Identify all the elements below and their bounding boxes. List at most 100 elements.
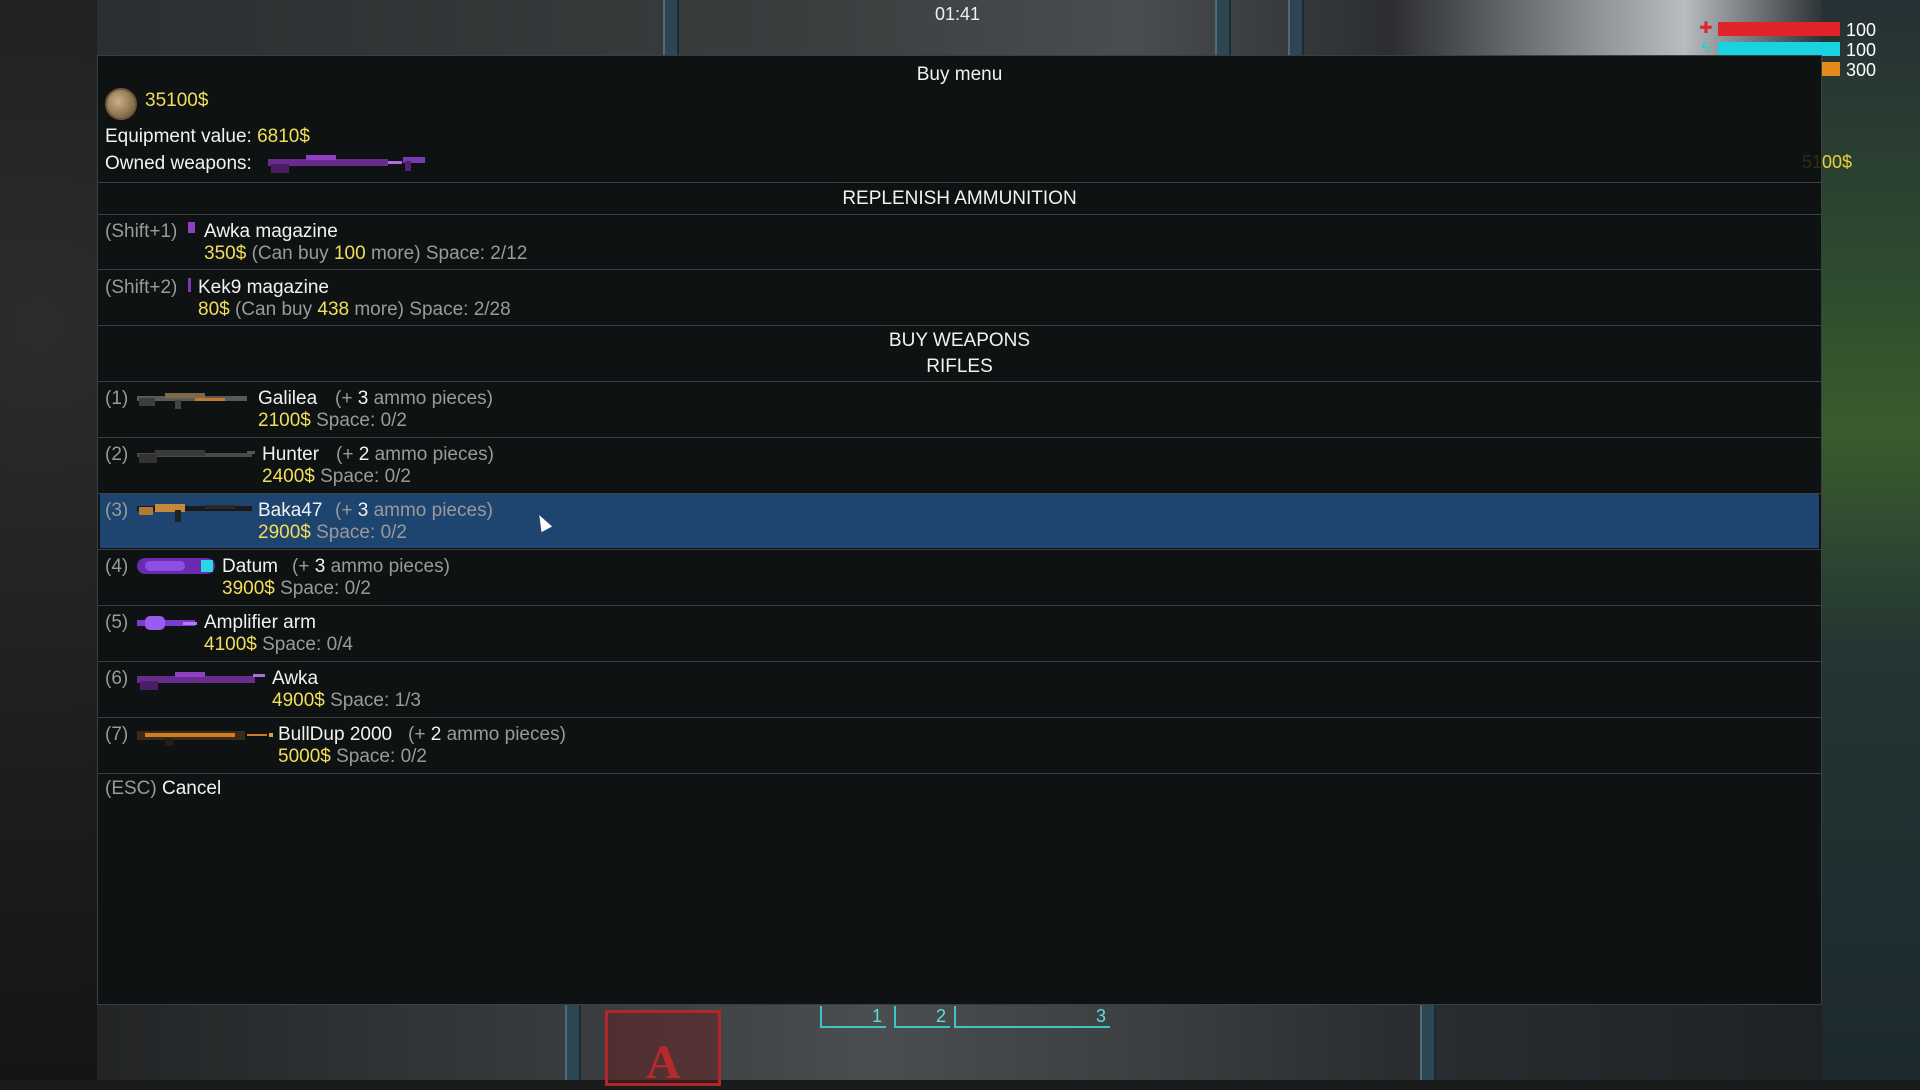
weapon-slot-2[interactable]: 2 xyxy=(894,1006,950,1028)
awka-rifle-icon xyxy=(137,672,265,690)
ammo-suffix: ammo pieces) xyxy=(373,500,493,521)
ammo-suffix: ammo pieces) xyxy=(446,724,566,745)
cancel-button[interactable]: (ESC) Cancel xyxy=(105,778,221,800)
weapon-name: Hunter xyxy=(262,444,320,465)
separator xyxy=(98,773,1821,774)
can-buy-count: 100 xyxy=(333,243,366,264)
ammo-bonus: (+ 3 ammo pieces) xyxy=(292,556,450,578)
awka-magazine-icon xyxy=(188,222,195,233)
can-buy-prefix: (Can buy xyxy=(234,299,313,320)
world-background-left xyxy=(0,0,97,1080)
weapon-name: Datum xyxy=(222,556,278,577)
health-value: 100 xyxy=(1846,20,1877,40)
item-details: 80$ (Can buy 438 more) Space: 2/28 xyxy=(198,299,511,321)
space-label: Space: xyxy=(316,410,376,431)
ammo-bonus: (+ 2 ammo pieces) xyxy=(408,724,566,746)
space-label: Space: xyxy=(409,299,469,320)
space-label: Space: xyxy=(280,578,340,599)
separator xyxy=(98,182,1821,183)
ammo-count: 2 xyxy=(358,444,370,465)
shield-bar xyxy=(1718,42,1840,56)
match-clock: 01:41 xyxy=(935,4,981,24)
space-value: 0/2 xyxy=(384,466,411,487)
weapon-row-datum[interactable]: (4) Datum (+ 3 ammo pieces) 3900$ Space:… xyxy=(100,550,1819,604)
ammo-row-kek9-magazine[interactable]: (Shift+2) Kek9 magazine 80$ (Can buy 438… xyxy=(100,271,1819,325)
ammo-count: 3 xyxy=(357,388,369,409)
bulldup-rifle-icon xyxy=(137,731,273,746)
ammo-bonus: (+ 3 ammo pieces) xyxy=(335,500,493,522)
weapon-details: 4900$ Space: 1/3 xyxy=(272,690,421,712)
coin-icon xyxy=(105,88,137,120)
galilea-rifle-icon xyxy=(137,393,247,409)
weapon-price: 5000$ xyxy=(278,746,331,767)
weapon-details: 3900$ Space: 0/2 xyxy=(222,578,371,600)
equipment-value: 6810$ xyxy=(257,126,310,147)
space-value: 1/3 xyxy=(394,690,421,711)
world-pillar xyxy=(1420,1005,1436,1080)
hotkey: (2) xyxy=(105,444,129,465)
ammo-bonus: (+ 2 ammo pieces) xyxy=(336,444,494,466)
item-details: 350$ (Can buy 100 more) Space: 2/12 xyxy=(204,243,527,265)
amplifier-arm-icon xyxy=(137,616,197,630)
owned-kek9-pistol-icon xyxy=(403,157,425,171)
weapon-price: 4900$ xyxy=(272,690,325,711)
hotkey: (Shift+2) xyxy=(105,277,178,298)
world-pillar xyxy=(663,0,679,55)
weapon-slot-3[interactable]: 3 xyxy=(954,1006,1110,1028)
owned-weapons-label: Owned weapons: xyxy=(105,153,252,174)
weapon-slot-1[interactable]: 1 xyxy=(820,1006,886,1028)
ammo-count: 3 xyxy=(314,556,326,577)
world-pillar xyxy=(565,1005,581,1080)
health-bar xyxy=(1718,22,1840,36)
equipment-value-label: Equipment value: xyxy=(105,126,252,147)
hotkey: (Shift+1) xyxy=(105,221,178,242)
ammo-row-awka-magazine[interactable]: (Shift+1) Awka magazine 350$ (Can buy 10… xyxy=(100,215,1819,269)
baka47-rifle-icon xyxy=(137,504,252,522)
owned-weapons-list xyxy=(266,151,436,180)
weapon-row-amplifier-arm[interactable]: (5) Amplifier arm 4100$ Space: 0/4 xyxy=(100,606,1819,660)
weapon-name: Awka xyxy=(272,668,319,689)
weapon-row-baka47[interactable]: (3) Baka47 (+ 3 ammo pieces) 2900$ Space… xyxy=(100,494,1819,548)
item-price: 80$ xyxy=(198,299,230,320)
ammo-count: 2 xyxy=(430,724,442,745)
ammo-prefix: (+ xyxy=(335,388,353,409)
weapon-name: Galilea xyxy=(258,388,318,409)
hotkey: (3) xyxy=(105,500,129,521)
health-row: ✚ 100 xyxy=(1698,20,1918,40)
space-value: 2/28 xyxy=(473,299,511,320)
ammo-suffix: ammo pieces) xyxy=(373,388,493,409)
space-value: 0/2 xyxy=(344,578,371,599)
weapon-row-bulldup-2000[interactable]: (7) BullDup 2000 (+ 2 ammo pieces) 5000$… xyxy=(100,718,1819,772)
weapon-details: 2100$ Space: 0/2 xyxy=(258,410,407,432)
item-price: 350$ xyxy=(204,243,247,264)
item-name: Kek9 magazine xyxy=(198,277,329,298)
weapon-name: BullDup 2000 xyxy=(278,724,393,745)
category-title: RIFLES xyxy=(926,356,993,377)
weapon-price: 2100$ xyxy=(258,410,311,431)
buy-weapons-title: BUY WEAPONS xyxy=(888,330,1031,351)
datum-rifle-icon xyxy=(137,558,215,574)
weapon-price: 2900$ xyxy=(258,522,311,543)
hotkey: (5) xyxy=(105,612,129,633)
cancel-hotkey: (ESC) xyxy=(105,778,157,799)
weapon-row-hunter[interactable]: (2) Hunter (+ 2 ammo pieces) 2400$ Space… xyxy=(100,438,1819,492)
menu-title: Buy menu xyxy=(916,64,1003,85)
ammo-suffix: ammo pieces) xyxy=(374,444,494,465)
can-buy-count: 438 xyxy=(317,299,350,320)
weapon-row-awka[interactable]: (6) Awka 4900$ Space: 1/3 xyxy=(100,662,1819,716)
weapon-row-galilea[interactable]: (1) Galilea (+ 3 ammo pieces) 2100$ Spac… xyxy=(100,382,1819,436)
ammo-bar xyxy=(1822,62,1840,76)
separator xyxy=(98,325,1821,326)
equipment-value-line: Equipment value: 6810$ xyxy=(105,126,310,148)
weapon-name: Baka47 xyxy=(258,500,323,521)
world-pillar xyxy=(1215,0,1231,55)
ammo-prefix: (+ xyxy=(336,444,354,465)
buy-menu-panel: Buy menu 35100$ Equipment value: 6810$ O… xyxy=(97,55,1822,1005)
space-value: 0/2 xyxy=(400,746,427,767)
weapon-name: Amplifier arm xyxy=(204,612,316,633)
space-label: Space: xyxy=(336,746,396,767)
space-label: Space: xyxy=(330,690,390,711)
ammo-prefix: (+ xyxy=(335,500,353,521)
weapon-price: 2400$ xyxy=(262,466,315,487)
weapon-details: 2900$ Space: 0/2 xyxy=(258,522,407,544)
